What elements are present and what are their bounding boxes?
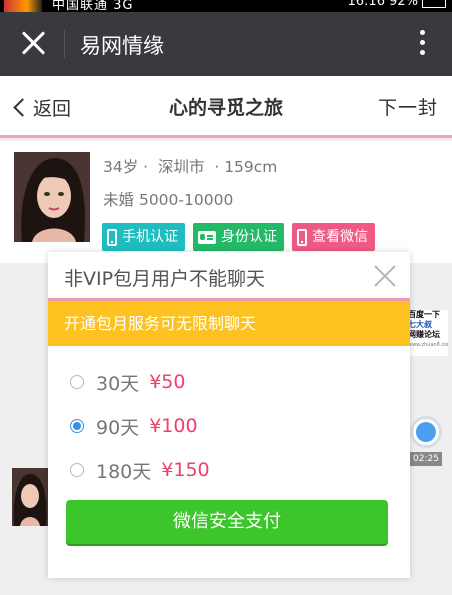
profile-marital: 未婚 — [103, 191, 135, 209]
phone-icon — [107, 228, 117, 246]
id-card-icon — [198, 230, 216, 244]
carrier-label: 中国联通 3G — [52, 0, 134, 12]
close-icon[interactable] — [374, 265, 396, 287]
close-icon[interactable] — [20, 30, 46, 56]
next-message-button[interactable]: 下一封 — [378, 93, 438, 120]
modal-title: 非VIP包月用户不能聊天 — [64, 268, 266, 290]
profile-city: 深圳市 — [157, 158, 205, 176]
profile-photo[interactable] — [14, 152, 90, 242]
ad-line: 网赚论坛 — [408, 330, 440, 339]
profile-card: 34岁 · 深圳市 · 159cm 未婚 5000-10000 手机认证 身份认… — [0, 141, 452, 263]
profile-height: 159cm — [224, 158, 278, 176]
plan-option-90[interactable]: 90天 ¥100 — [48, 404, 410, 448]
carrier-logo-icon — [4, 0, 42, 12]
badge-label: 手机认证 — [122, 229, 178, 245]
plan-price: ¥150 — [161, 459, 210, 481]
radio-button[interactable] — [70, 463, 84, 477]
app-title: 易网情缘 — [80, 34, 164, 58]
ad-line: 七大叔 — [408, 320, 432, 329]
plan-price: ¥100 — [149, 415, 198, 437]
id-verified-badge[interactable]: 身份认证 — [193, 223, 284, 251]
profile-info: 34岁 · 深圳市 · 159cm 未婚 5000-10000 — [103, 155, 277, 210]
phone-icon — [297, 228, 307, 246]
plan-price: ¥50 — [149, 371, 186, 393]
status-bar: 中国联通 3G 16:16 92% — [0, 0, 452, 12]
voice-duration: 02:25 — [410, 452, 442, 466]
profile-age: 34岁 — [103, 158, 139, 176]
plan-option-30[interactable]: 30天 ¥50 — [48, 360, 410, 404]
plan-days: 180天 — [96, 460, 152, 483]
badge-label: 身份认证 — [221, 229, 277, 245]
avatar[interactable] — [12, 468, 48, 526]
view-wechat-button[interactable]: 查看微信 — [292, 223, 375, 251]
plan-option-180[interactable]: 180天 ¥150 — [48, 448, 410, 492]
plan-days: 30天 — [96, 372, 140, 395]
voice-play-icon[interactable] — [410, 416, 442, 448]
more-menu-icon[interactable] — [420, 30, 426, 58]
profile-income: 5000-10000 — [138, 191, 234, 209]
profile-detail-row: 未婚 5000-10000 — [103, 188, 277, 210]
page-header: 返回 心的寻觅之旅 下一封 — [0, 76, 452, 138]
wechat-title-bar: 易网情缘 — [0, 12, 452, 76]
modal-banner: 开通包月服务可无限制聊天 — [48, 301, 410, 346]
modal-header: 非VIP包月用户不能聊天 — [48, 252, 410, 301]
plan-options: 30天 ¥50 90天 ¥100 180天 ¥150 — [48, 346, 410, 492]
vip-required-modal: 非VIP包月用户不能聊天 开通包月服务可无限制聊天 30天 ¥50 90天 ¥1… — [48, 252, 410, 578]
phone-verified-badge[interactable]: 手机认证 — [102, 223, 185, 251]
title-divider — [64, 30, 65, 58]
radio-button-selected[interactable] — [70, 419, 84, 433]
status-time-battery: 16:16 92% — [347, 0, 419, 9]
wechat-pay-button[interactable]: 微信安全支付 — [66, 500, 388, 544]
profile-basic-row: 34岁 · 深圳市 · 159cm — [103, 158, 278, 176]
background-ad[interactable]: 百度一下 七大叔 网赚论坛 www.zhuan8.com — [408, 310, 448, 356]
ad-line: www.zhuan8.com — [408, 342, 448, 348]
battery-icon — [422, 0, 446, 8]
ad-line: 百度一下 — [408, 310, 440, 319]
radio-button[interactable] — [70, 375, 84, 389]
badge-label: 查看微信 — [312, 229, 368, 245]
verification-badges: 手机认证 身份认证 查看微信 — [102, 223, 375, 251]
app-root: 中国联通 3G 16:16 92% 易网情缘 返回 心的寻觅之旅 下一封 34岁… — [0, 0, 452, 595]
plan-days: 90天 — [96, 416, 140, 439]
